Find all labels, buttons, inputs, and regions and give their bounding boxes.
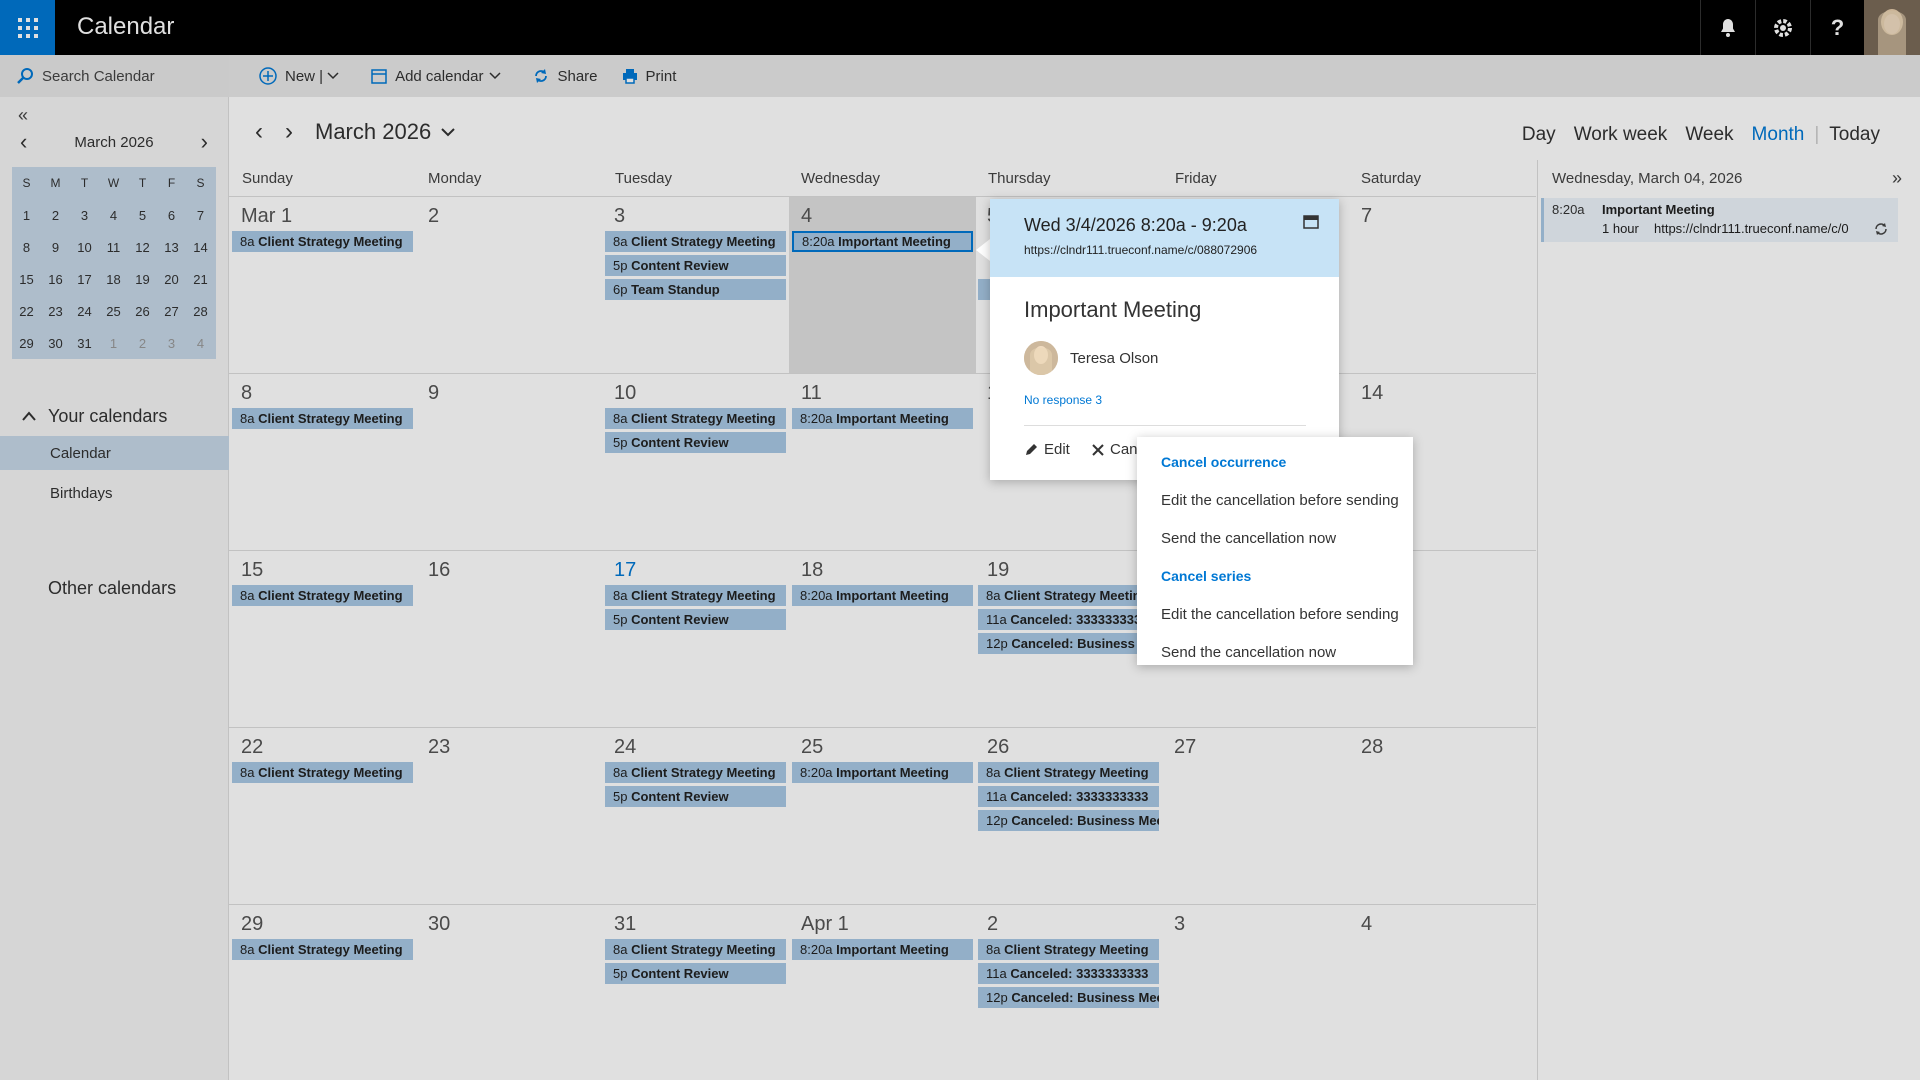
popup-organizer[interactable]: Teresa Olson (1024, 341, 1158, 375)
popup-url[interactable]: https://clndr111.trueconf.name/c/0880729… (1024, 243, 1286, 257)
menu-header-cancel-series: Cancel series (1161, 568, 1252, 584)
popup-divider (1024, 425, 1306, 426)
menu-item-series-edit-cancellation[interactable]: Edit the cancellation before sending (1137, 595, 1413, 633)
organizer-avatar (1024, 341, 1058, 375)
popup-time: Wed 3/4/2026 8:20a - 9:20a (1024, 215, 1247, 235)
menu-header-cancel-occurrence: Cancel occurrence (1161, 454, 1287, 470)
menu-item-series-send-cancellation[interactable]: Send the cancellation now (1137, 633, 1413, 671)
edit-button[interactable]: Edit (1024, 441, 1070, 458)
cancel-dropdown-menu: Cancel occurrence Edit the cancellation … (1137, 437, 1413, 665)
close-icon (1092, 443, 1104, 456)
open-calendar-icon[interactable] (1303, 215, 1319, 229)
pencil-icon (1026, 443, 1037, 455)
organizer-name: Teresa Olson (1070, 349, 1159, 367)
menu-item-occurrence-send-cancellation[interactable]: Send the cancellation now (1137, 519, 1413, 557)
cancel-button[interactable]: Can (1092, 441, 1138, 458)
popup-header: Wed 3/4/2026 8:20a - 9:20a https://clndr… (990, 199, 1339, 277)
edit-label: Edit (1044, 441, 1070, 458)
no-response-link[interactable]: No response 3 (1024, 393, 1102, 407)
popup-pointer (976, 239, 990, 261)
modal-overlay (0, 0, 1920, 1080)
cancel-label: Can (1110, 441, 1138, 458)
menu-item-occurrence-edit-cancellation[interactable]: Edit the cancellation before sending (1137, 481, 1413, 519)
popup-event-title: Important Meeting (1024, 297, 1202, 322)
